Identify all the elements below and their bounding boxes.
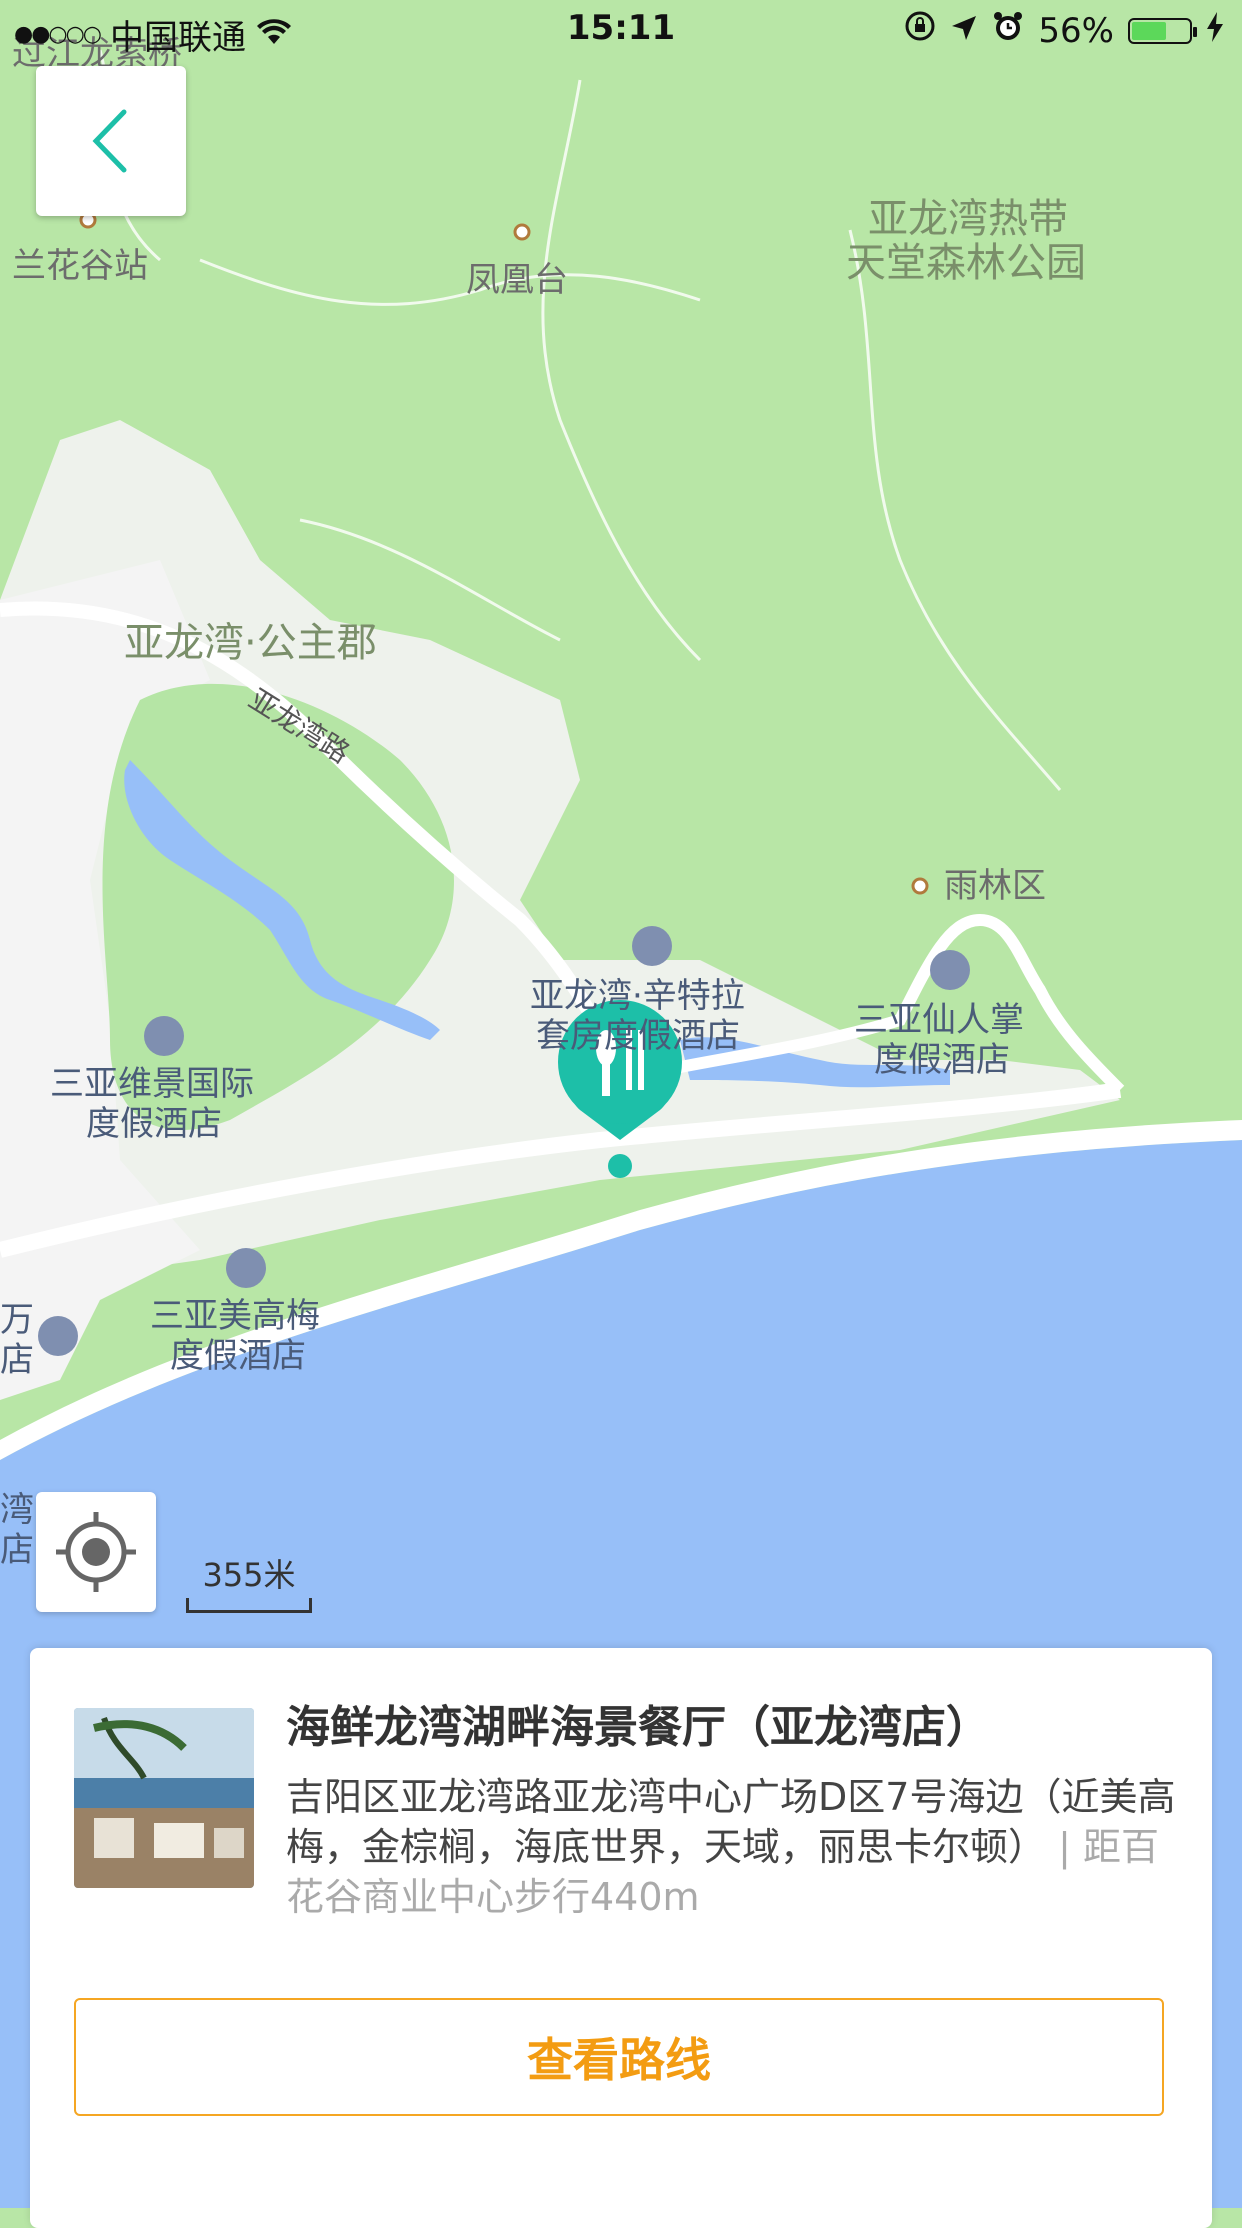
rotation-lock-icon [904,10,936,51]
map-label-hotel: 度假酒店 [170,1336,306,1376]
map-label-hotel: 三亚美高梅 [150,1296,320,1336]
back-button[interactable] [36,66,186,216]
chevron-left-icon [92,109,127,173]
map-label: 兰花谷站 [12,246,148,286]
poi-thumbnail[interactable] [74,1708,254,1888]
map-label-hotel: 店 [0,1340,34,1380]
map-label-park: 天堂森林公园 [846,240,1086,286]
location-arrow-icon [950,11,978,51]
map-label-hotel: 三亚仙人掌 [854,1000,1024,1040]
map-label-hotel: 店 [0,1530,34,1570]
map-label-hotel: 三亚维景国际 [50,1064,254,1104]
battery-icon [1128,17,1197,44]
poi-title: 海鲜龙湾湖畔海景餐厅（亚龙湾店） [286,1702,990,1753]
map-label-hotel: 湾 [0,1490,34,1530]
battery-percent: 56% [1038,10,1114,51]
locate-me-button[interactable] [36,1492,156,1612]
map-label-hotel: 套房度假酒店 [536,1016,740,1056]
poi-card[interactable]: 海鲜龙湾湖畔海景餐厅（亚龙湾店） 吉阳区亚龙湾路亚龙湾中心广场D区7号海边（近美… [30,1648,1212,2228]
map-label-gongzhujun: 亚龙湾·公主郡 [124,620,377,666]
poi-address: 吉阳区亚龙湾路亚龙湾中心广场D区7号海边（近美高梅，金棕榈，海底世界，天域，丽思… [286,1772,1186,1922]
charging-icon [1206,11,1224,51]
map-scale-label: 355米 [202,1556,296,1594]
map-scale: 355米 [186,1550,312,1613]
crosshair-icon [56,1512,136,1592]
map-point-icon [911,877,929,895]
map-label-hotel: 度假酒店 [874,1040,1010,1080]
map-label-hotel: 度假酒店 [86,1104,222,1144]
poi-address-text: 吉阳区亚龙湾路亚龙湾中心广场D区7号海边（近美高梅，金棕榈，海底世界，天域，丽思… [286,1775,1176,1869]
map-label: 凤凰台 [466,260,568,300]
map-label-hotel: 万 [0,1300,34,1340]
map-label-park: 亚龙湾热带 [868,196,1068,242]
map-point-icon [513,223,531,241]
map-label: 雨林区 [944,866,1046,906]
alarm-icon [992,10,1024,51]
map-label-hotel: 亚龙湾·辛特拉 [530,976,745,1016]
status-bar: ●●○○○ 中国联通 15:11 56% [0,0,1242,60]
view-route-button[interactable]: 查看路线 [74,1998,1164,2116]
map-scale-bar [186,1598,312,1613]
